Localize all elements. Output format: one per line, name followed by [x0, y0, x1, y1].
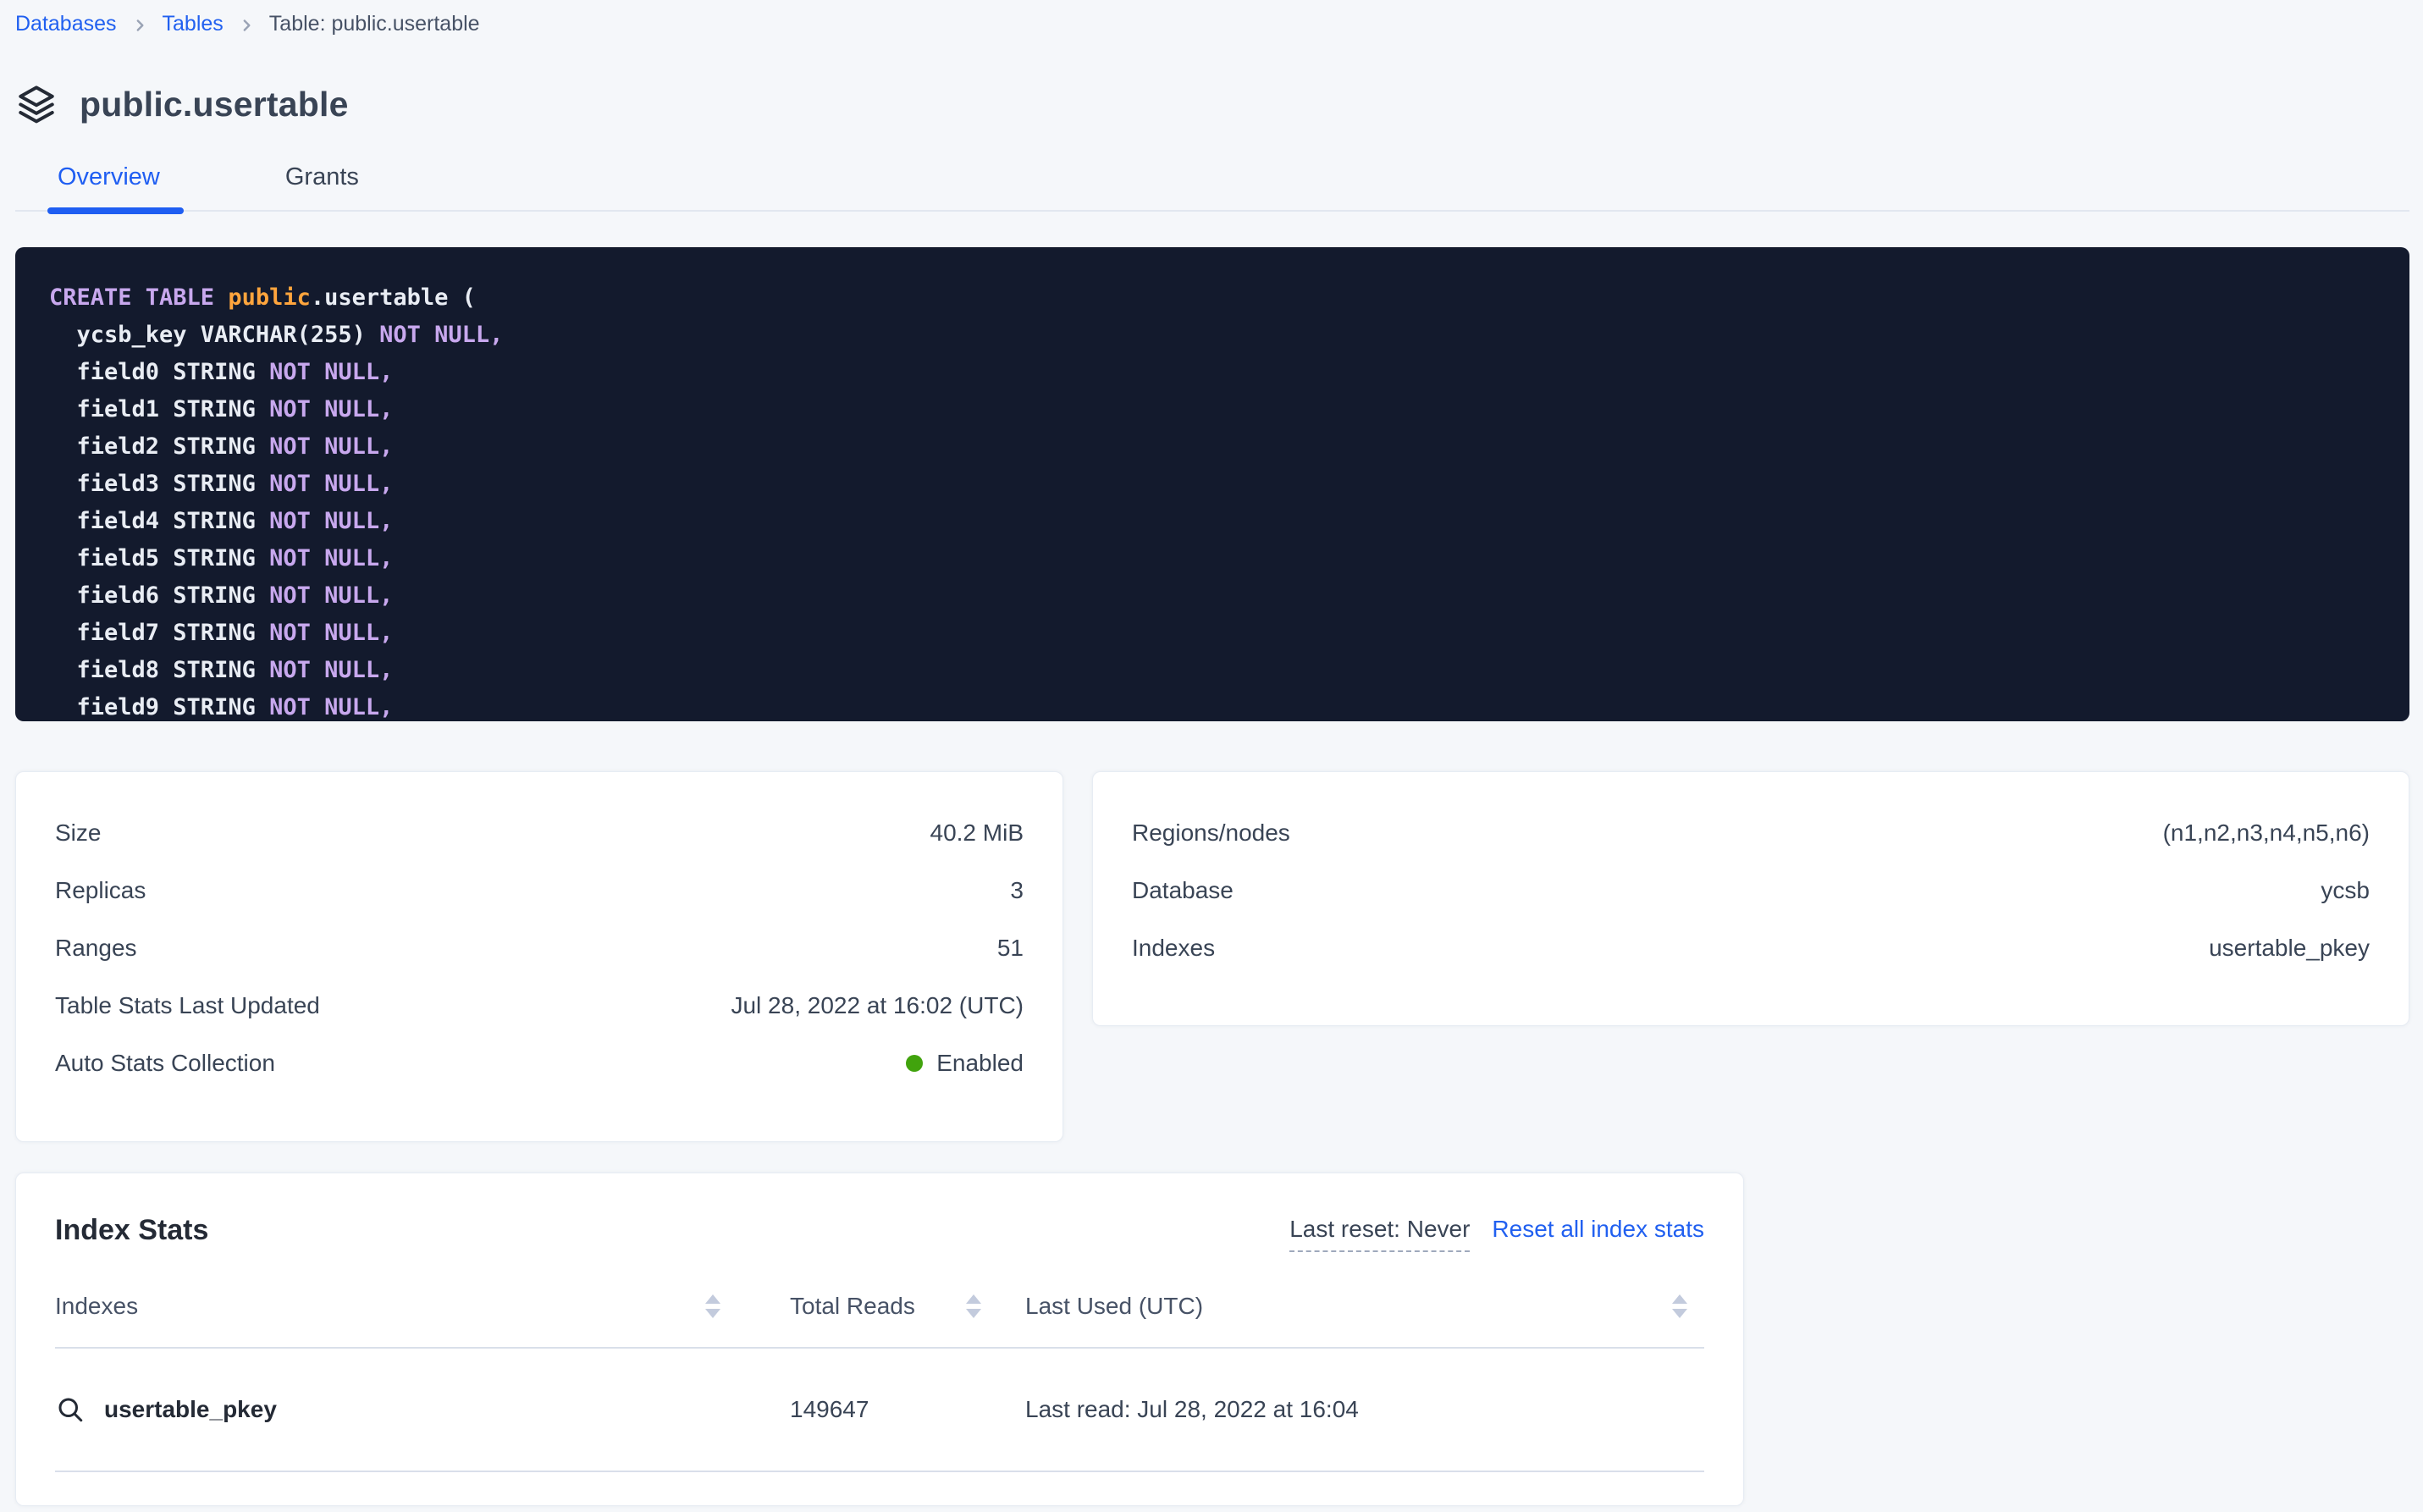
- detail-value: usertable_pkey: [2209, 935, 2370, 962]
- chevron-right-icon: [130, 16, 149, 35]
- chevron-right-icon: [237, 16, 256, 35]
- column-header-indexes[interactable]: Indexes: [55, 1293, 749, 1320]
- layers-icon: [15, 83, 58, 125]
- column-header-total-reads[interactable]: Total Reads: [749, 1293, 1003, 1320]
- create-table-statement: CREATE TABLE public.usertable ( ycsb_key…: [15, 247, 2409, 721]
- tab-overview[interactable]: Overview: [58, 163, 160, 210]
- detail-value: ycsb: [2321, 877, 2370, 904]
- index-stats-title: Index Stats: [55, 1214, 208, 1247]
- detail-row: Regions/nodes (n1,n2,n3,n4,n5,n6): [1093, 804, 2409, 862]
- table-details-card: Size 40.2 MiB Replicas 3 Ranges 51 Table Stats…: [15, 771, 1063, 1142]
- detail-value: Jul 28, 2022 at 16:02 (UTC): [731, 992, 1024, 1019]
- table-details-rows: Size 40.2 MiB Replicas 3 Ranges 51 Table Stats…: [16, 804, 1062, 1092]
- detail-row: Ranges 51: [16, 919, 1062, 977]
- sql-code-line: field9 STRING NOT NULL,: [49, 689, 2384, 721]
- search-icon: [55, 1394, 86, 1425]
- deployment-details-card: Regions/nodes (n1,n2,n3,n4,n5,n6) Database…: [1092, 771, 2409, 1026]
- column-header-label: Total Reads: [790, 1293, 915, 1320]
- sql-code: CREATE TABLE public.usertable ( ycsb_key…: [49, 279, 2384, 721]
- sort-icon[interactable]: [1672, 1294, 1687, 1318]
- sql-code-line: field4 STRING NOT NULL,: [49, 503, 2384, 540]
- status-dot: [906, 1055, 923, 1072]
- detail-row: Database ycsb: [1093, 862, 2409, 919]
- breadcrumb-current: Table: public.usertable: [269, 12, 480, 36]
- detail-label: Indexes: [1132, 935, 1215, 962]
- column-header-last-used-utc-[interactable]: Last Used (UTC): [1003, 1293, 1704, 1320]
- sql-code-line: field5 STRING NOT NULL,: [49, 540, 2384, 577]
- detail-row: Replicas 3: [16, 862, 1062, 919]
- tab-bar: Overview Grants: [15, 163, 2409, 212]
- sql-code-line: field8 STRING NOT NULL,: [49, 652, 2384, 689]
- detail-row: Size 40.2 MiB: [16, 804, 1062, 862]
- sql-code-line: field1 STRING NOT NULL,: [49, 391, 2384, 428]
- last-reset-label: Last reset: Never: [1289, 1216, 1470, 1252]
- detail-value: 40.2 MiB: [930, 819, 1024, 847]
- breadcrumb-link-databases[interactable]: Databases: [15, 12, 117, 36]
- sql-code-line: field7 STRING NOT NULL,: [49, 615, 2384, 652]
- index-stats-header: Index Stats Last reset: Never Reset all …: [55, 1214, 1704, 1252]
- sort-icon[interactable]: [705, 1294, 720, 1318]
- sql-code-line: CREATE TABLE public.usertable (: [49, 279, 2384, 317]
- table-row[interactable]: usertable_pkey 149647Last read: Jul 28, 2…: [55, 1349, 1704, 1472]
- sort-icon[interactable]: [966, 1294, 981, 1318]
- detail-label: Ranges: [55, 935, 137, 962]
- last-used-cell: Last read: Jul 28, 2022 at 16:04: [1003, 1396, 1704, 1423]
- tab-grants[interactable]: Grants: [285, 163, 359, 210]
- breadcrumb-link-tables[interactable]: Tables: [163, 12, 224, 36]
- total-reads-cell: 149647: [749, 1396, 1003, 1423]
- index-stats-table-body: usertable_pkey 149647Last read: Jul 28, 2…: [55, 1349, 1704, 1472]
- deployment-details-rows: Regions/nodes (n1,n2,n3,n4,n5,n6) Database…: [1093, 804, 2409, 977]
- detail-label: Table Stats Last Updated: [55, 992, 320, 1019]
- column-header-label: Indexes: [55, 1293, 138, 1320]
- detail-label: Replicas: [55, 877, 146, 904]
- index-name: usertable_pkey: [104, 1396, 277, 1423]
- sql-code-line: field2 STRING NOT NULL,: [49, 428, 2384, 466]
- summary-cards: Size 40.2 MiB Replicas 3 Ranges 51 Table Stats…: [15, 771, 2409, 1142]
- detail-value: (n1,n2,n3,n4,n5,n6): [2163, 819, 2370, 847]
- index-name-cell[interactable]: usertable_pkey: [55, 1394, 749, 1425]
- detail-row: Indexes usertable_pkey: [1093, 919, 2409, 977]
- detail-row: Auto Stats Collection Enabled: [16, 1035, 1062, 1092]
- index-stats-card: Index Stats Last reset: Never Reset all …: [15, 1173, 1744, 1506]
- page-title: public.usertable: [80, 85, 349, 124]
- reset-index-stats-link[interactable]: Reset all index stats: [1492, 1216, 1704, 1243]
- sql-code-line: ycsb_key VARCHAR(255) NOT NULL,: [49, 317, 2384, 354]
- detail-label: Database: [1132, 877, 1234, 904]
- detail-value: 3: [1010, 877, 1024, 904]
- detail-value: Enabled: [906, 1050, 1024, 1077]
- column-header-label: Last Used (UTC): [1025, 1293, 1203, 1320]
- index-stats-table: Indexes Total Reads Last Used (UTC) userta…: [55, 1293, 1704, 1472]
- detail-label: Size: [55, 819, 101, 847]
- index-stats-actions: Last reset: Never Reset all index stats: [1289, 1216, 1704, 1252]
- sql-code-line: field0 STRING NOT NULL,: [49, 354, 2384, 391]
- index-stats-table-header: Indexes Total Reads Last Used (UTC): [55, 1293, 1704, 1349]
- sql-code-line: field3 STRING NOT NULL,: [49, 466, 2384, 503]
- page-header: public.usertable: [15, 74, 2409, 135]
- sql-code-line: field6 STRING NOT NULL,: [49, 577, 2384, 615]
- detail-label: Auto Stats Collection: [55, 1050, 275, 1077]
- breadcrumb: Databases Tables Table: public.usertable: [15, 10, 2409, 36]
- detail-label: Regions/nodes: [1132, 819, 1290, 847]
- detail-row: Table Stats Last Updated Jul 28, 2022 at …: [16, 977, 1062, 1035]
- detail-value: 51: [997, 935, 1024, 962]
- table-details-page: Databases Tables Table: public.usertable…: [0, 0, 2423, 1512]
